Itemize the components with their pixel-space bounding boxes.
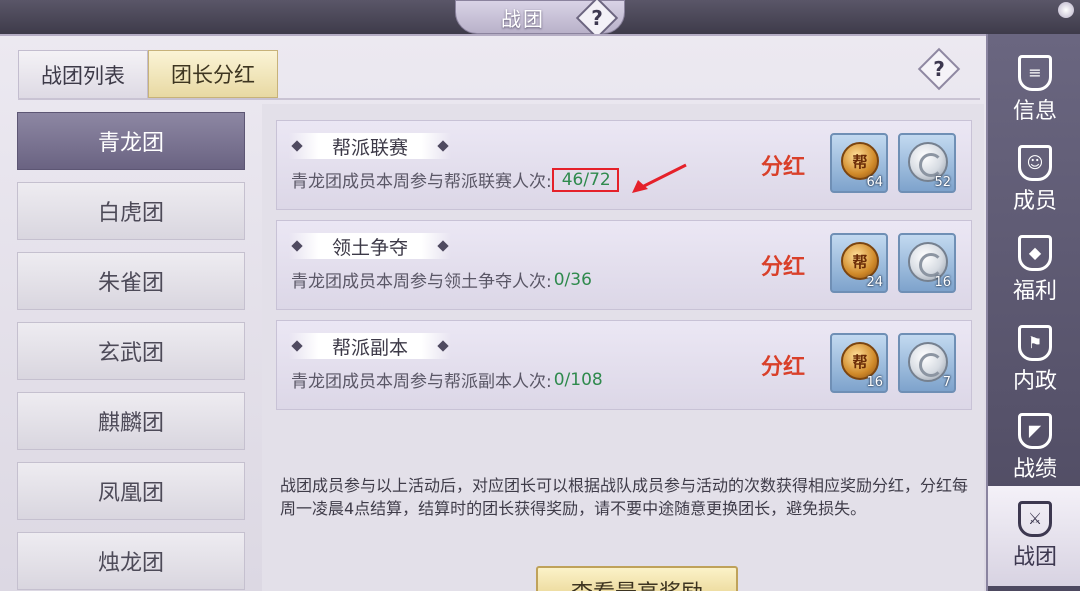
annotation-arrow-icon xyxy=(632,163,687,193)
reward-qty: 16 xyxy=(866,375,883,390)
main-panel: 战团列表 团长分红 ? 青龙团 白虎团 朱雀团 玄武团 麒麟团 凤凰团 烛龙团 … xyxy=(0,34,990,591)
reward-qty: 16 xyxy=(934,275,951,290)
nav-item-info[interactable]: ≡ 信息 xyxy=(988,46,1080,134)
team-item-qinglong[interactable]: 青龙团 xyxy=(17,112,245,170)
window-title: 战团 xyxy=(501,6,545,31)
nav-item-members[interactable]: ☺ 成员 xyxy=(988,136,1080,224)
tab-divider xyxy=(18,98,980,100)
team-item-qilin[interactable]: 麒麟团 xyxy=(17,392,245,450)
tab-leader-dividend[interactable]: 团长分红 xyxy=(148,50,278,98)
participation-count: 0/108 xyxy=(553,369,603,390)
nav-item-guild[interactable]: ⚔ 战团 xyxy=(988,486,1080,586)
participation-count: 46/72 xyxy=(561,169,611,190)
activity-desc-text: 青龙团成员本周参与领土争夺人次: xyxy=(291,272,552,292)
help-icon: ? xyxy=(591,6,603,30)
reward-slot[interactable]: 52 xyxy=(898,133,956,193)
team-item-zhuque[interactable]: 朱雀团 xyxy=(17,252,245,310)
team-item-fenghuang[interactable]: 凤凰团 xyxy=(17,462,245,520)
nav-label: 内政 xyxy=(1012,369,1057,394)
reward-qty: 52 xyxy=(934,175,951,190)
dividend-content: 帮派联赛 青龙团成员本周参与帮派联赛人次: 46/72 分红 帮 64 52 领… xyxy=(262,104,984,591)
activity-card: 领土争夺 青龙团成员本周参与领土争夺人次: 0/36 分红 帮 24 16 xyxy=(276,220,972,310)
activity-desc: 青龙团成员本周参与领土争夺人次: 0/36 xyxy=(291,267,592,293)
nav-label: 成员 xyxy=(1012,189,1057,214)
record-icon: ◤ xyxy=(1018,413,1052,449)
activity-desc: 青龙团成员本周参与帮派副本人次: 0/108 xyxy=(291,367,603,393)
right-nav: ≡ 信息 ☺ 成员 ◆ 福利 ⚑ 内政 ◤ 战绩 ⚔ 战团 xyxy=(986,34,1080,591)
scroll-icon: ≡ xyxy=(1018,55,1052,91)
reward-slot[interactable]: 16 xyxy=(898,233,956,293)
tab-bar: 战团列表 团长分红 xyxy=(18,50,278,98)
activity-title: 帮派联赛 xyxy=(289,133,451,159)
reward-slot[interactable]: 7 xyxy=(898,333,956,393)
nav-label: 战团 xyxy=(1012,545,1057,570)
team-list: 青龙团 白虎团 朱雀团 玄武团 麒麟团 凤凰团 烛龙团 xyxy=(0,104,262,591)
activity-desc: 青龙团成员本周参与帮派联赛人次: 46/72 xyxy=(291,167,619,192)
nav-item-records[interactable]: ◤ 战绩 xyxy=(988,404,1080,492)
welfare-icon: ◆ xyxy=(1018,235,1052,271)
tab-guild-list[interactable]: 战团列表 xyxy=(18,50,148,98)
reward-qty: 64 xyxy=(866,175,883,190)
activity-title: 帮派副本 xyxy=(289,333,451,359)
team-item-xuanwu[interactable]: 玄武团 xyxy=(17,322,245,380)
nav-item-welfare[interactable]: ◆ 福利 xyxy=(988,226,1080,314)
flag-icon: ⚑ xyxy=(1018,325,1052,361)
team-item-baihu[interactable]: 白虎团 xyxy=(17,182,245,240)
count-highlight-box: 46/72 xyxy=(551,167,619,192)
help-icon: ? xyxy=(933,57,945,81)
reward-slot[interactable]: 帮 64 xyxy=(830,133,888,193)
dividend-rules-note: 战团成员参与以上活动后，对应团长可以根据战队成员参与活动的次数获得相应奖励分红，… xyxy=(280,476,969,518)
nav-item-internal-affairs[interactable]: ⚑ 内政 xyxy=(988,316,1080,404)
team-item-zhulong[interactable]: 烛龙团 xyxy=(17,532,245,590)
dividend-label: 分红 xyxy=(761,355,806,380)
activity-card: 帮派副本 青龙团成员本周参与帮派副本人次: 0/108 分红 帮 16 7 xyxy=(276,320,972,410)
activity-desc-text: 青龙团成员本周参与帮派副本人次: xyxy=(291,372,552,392)
reward-qty: 7 xyxy=(942,375,951,390)
guild-shield-icon: ⚔ xyxy=(1018,501,1052,537)
dividend-label: 分红 xyxy=(761,155,806,180)
reward-slot[interactable]: 帮 24 xyxy=(830,233,888,293)
activity-card: 帮派联赛 青龙团成员本周参与帮派联赛人次: 46/72 分红 帮 64 52 xyxy=(276,120,972,210)
activity-desc-text: 青龙团成员本周参与帮派联赛人次: xyxy=(291,172,552,192)
title-plate: 战团 ? xyxy=(455,0,625,40)
activity-title: 领土争夺 xyxy=(289,233,451,259)
panel-help-button[interactable]: ? xyxy=(917,47,961,91)
nav-label: 福利 xyxy=(1012,279,1057,304)
title-bar: 战团 ? xyxy=(0,0,1080,40)
nav-label: 信息 xyxy=(1012,99,1057,124)
participation-count: 0/36 xyxy=(553,269,592,290)
view-top-reward-button[interactable]: 查看最高奖励 xyxy=(536,566,738,591)
corner-orb-icon xyxy=(1058,2,1074,18)
reward-slot[interactable]: 帮 16 xyxy=(830,333,888,393)
member-icon: ☺ xyxy=(1018,145,1052,181)
dividend-label: 分红 xyxy=(761,255,806,280)
nav-label: 战绩 xyxy=(1012,457,1057,482)
reward-qty: 24 xyxy=(866,275,883,290)
